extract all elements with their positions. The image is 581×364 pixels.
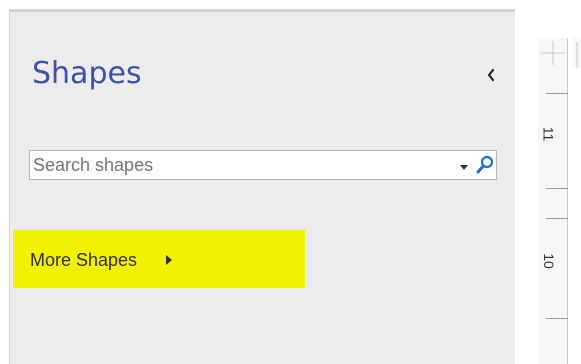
caret-right-icon	[166, 255, 173, 265]
ruler-label: 10	[540, 253, 557, 269]
magnifier-icon	[476, 155, 494, 174]
search-options-dropdown[interactable]	[458, 160, 470, 170]
top-strip	[0, 0, 581, 9]
caret-down-icon	[460, 165, 468, 170]
horizontal-ruler	[573, 38, 581, 68]
more-shapes-button[interactable]: More Shapes	[30, 248, 173, 272]
window-margin	[0, 9, 9, 364]
ruler-tick	[546, 318, 568, 319]
pane-title: Shapes	[32, 56, 142, 91]
search-shapes-box	[29, 150, 497, 180]
ruler-corner	[538, 38, 568, 68]
search-button[interactable]	[476, 155, 494, 175]
ruler-tick	[546, 218, 568, 219]
ruler-label: 11	[540, 126, 557, 142]
search-shapes-input[interactable]	[33, 153, 413, 177]
more-shapes-label: More Shapes	[30, 249, 138, 270]
ruler-tick	[546, 188, 568, 189]
collapse-pane-button[interactable]	[482, 64, 500, 86]
chevron-left-icon	[487, 68, 495, 82]
ruler-tick	[546, 93, 568, 94]
vertical-ruler: 11 10	[538, 68, 568, 364]
pane-top-shadow	[9, 9, 515, 12]
